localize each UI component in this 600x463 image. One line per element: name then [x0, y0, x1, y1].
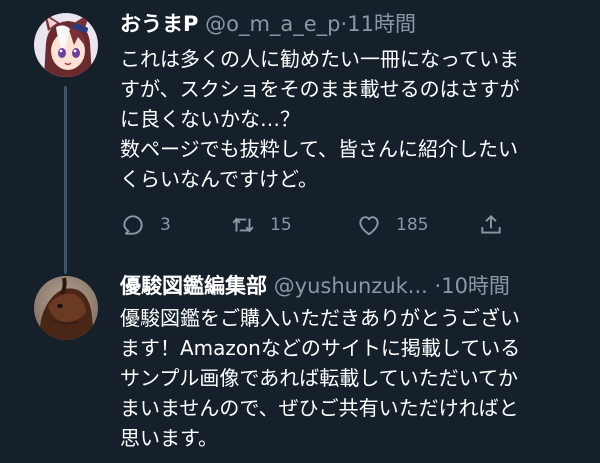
text-line: すが、スクショをそのまま載せるのはさすが: [120, 77, 520, 101]
avatar-yushunzukan[interactable]: [34, 276, 98, 340]
thread-line: [64, 86, 67, 274]
tweet-1-text: これは多くの人に勧めたい一冊になっていま すが、スクショをそのまま載せるのはさすが…: [120, 44, 585, 194]
share-icon: [481, 214, 501, 234]
reply-button[interactable]: 3: [120, 210, 171, 240]
reply-icon: [123, 215, 143, 235]
tweet-2-text: 優駿図鑑をご購入いただきありがとうござい ます！Amazonなどのサイトに掲載して…: [120, 303, 585, 453]
display-name[interactable]: 優駿図鑑編集部: [120, 274, 267, 298]
tweet-2-header: 優駿図鑑編集部 @yushunzuk... ·10時間: [120, 272, 510, 300]
text-line: サンプル画像であれば転載していただいてか: [120, 366, 518, 390]
tweet-1-actions: 3 15 185: [120, 210, 520, 240]
tweet-2[interactable]: 優駿図鑑編集部 @yushunzuk... ·10時間 優駿図鑑をご購入いただき…: [0, 262, 600, 463]
timestamp[interactable]: 11時間: [347, 12, 416, 36]
user-handle[interactable]: @yushunzuk...: [274, 274, 428, 298]
text-line: 優駿図鑑をご購入いただきありがとうござい: [120, 306, 520, 330]
user-handle[interactable]: @o_m_a_e_p: [205, 12, 340, 36]
anime-character-avatar-icon: [34, 13, 98, 77]
tweet-1[interactable]: おうまP @o_m_a_e_p·11時間 これは多くの人に勧めたい一冊になってい…: [0, 0, 600, 274]
like-button[interactable]: 185: [356, 210, 428, 240]
text-line: 数ページでも抜粋して、皆さんに紹介したい: [120, 137, 518, 161]
retweet-button[interactable]: 15: [230, 210, 292, 240]
text-line: これは多くの人に勧めたい一冊になっていま: [120, 47, 519, 71]
text-line: ます！Amazonなどのサイトに掲載している: [120, 336, 521, 360]
timestamp[interactable]: 10時間: [441, 274, 510, 298]
text-line: まいませんので、ぜひご共有いただければと: [120, 396, 519, 420]
heart-icon: [359, 216, 379, 236]
text-line: 思います。: [120, 426, 218, 450]
retweet-count: 15: [270, 215, 292, 235]
text-line: に良くないかな…？: [120, 107, 300, 131]
share-button[interactable]: [478, 210, 504, 240]
like-count: 185: [396, 215, 429, 235]
text-line: くらいなんですけど。: [120, 167, 318, 191]
horse-photo-avatar-icon: [34, 276, 98, 340]
reply-count: 3: [160, 215, 171, 235]
retweet-icon: [232, 217, 254, 233]
avatar-omaep[interactable]: [34, 13, 98, 77]
display-name[interactable]: おうまP: [120, 12, 198, 36]
tweet-1-header: おうまP @o_m_a_e_p·11時間: [120, 10, 416, 38]
